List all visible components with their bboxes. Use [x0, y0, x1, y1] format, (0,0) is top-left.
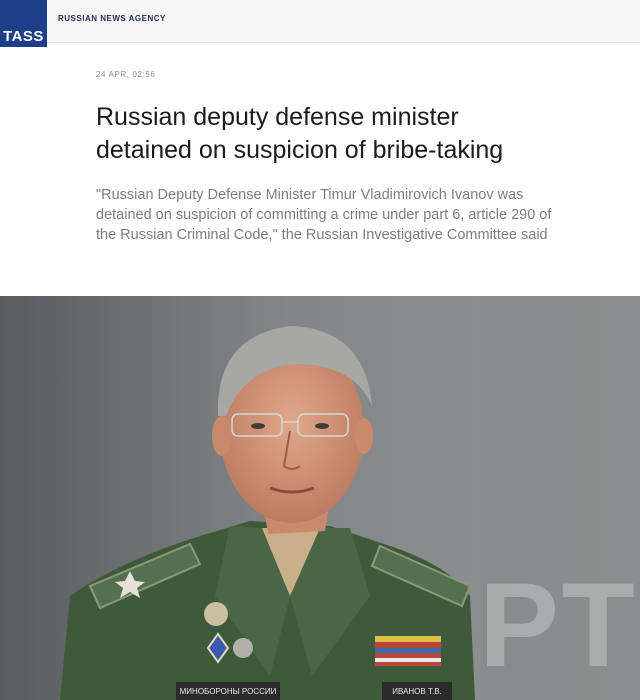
- site-header: TASS RUSSIAN NEWS AGENCY: [0, 0, 640, 47]
- article-dateline: 24 APR, 02:56: [96, 70, 156, 79]
- article-photo: ЕРТОЛ: [0, 296, 640, 700]
- logo-text: TASS: [3, 28, 44, 45]
- article-lead: "Russian Deputy Defense Minister Timur V…: [96, 187, 552, 243]
- article-header: 24 APR, 02:56 Russian deputy defense min…: [96, 70, 556, 245]
- tass-logo[interactable]: TASS: [0, 0, 47, 47]
- agency-name[interactable]: RUSSIAN NEWS AGENCY: [58, 14, 166, 23]
- photo-illustration: ЕРТОЛ: [0, 296, 640, 700]
- article-title: Russian deputy defense minister detained…: [96, 103, 504, 164]
- name-tag-text: ИВАНОВ Т.В.: [392, 687, 442, 696]
- ministry-tag-text: МИНОБОРОНЫ РОССИИ: [180, 687, 277, 696]
